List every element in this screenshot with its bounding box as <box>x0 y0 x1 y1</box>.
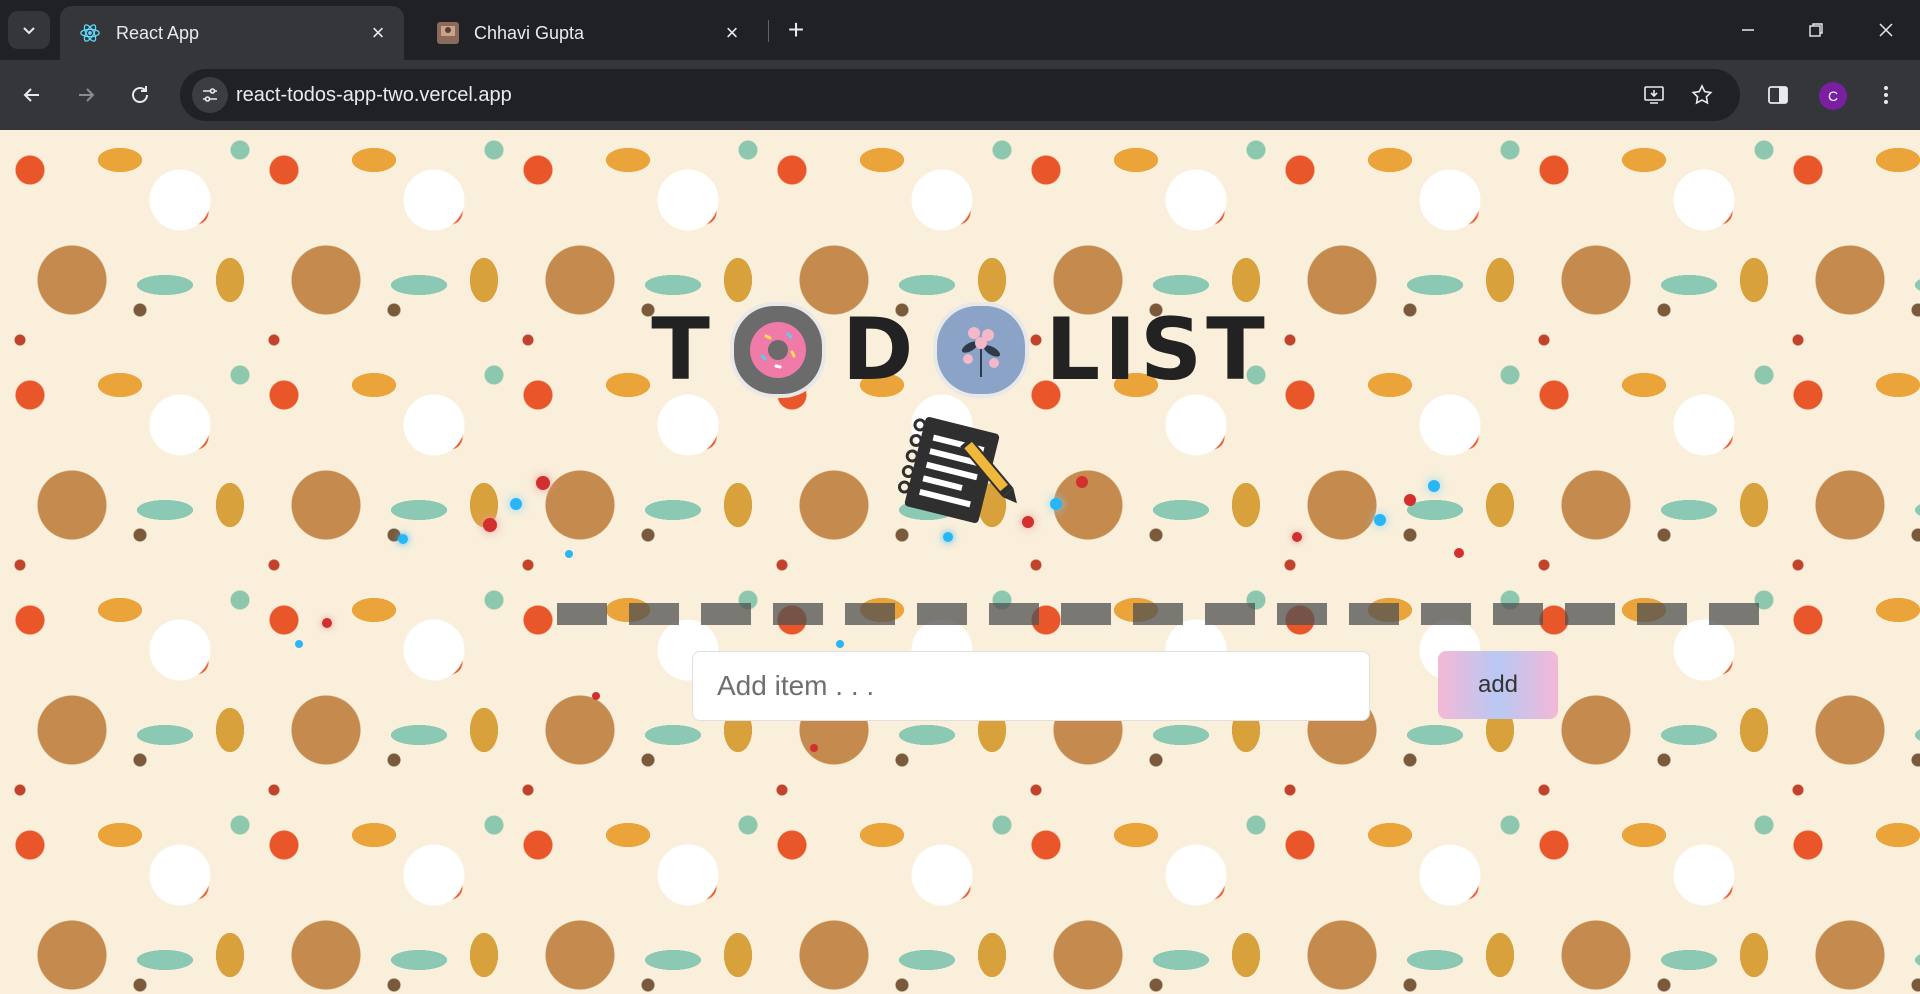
site-info-icon[interactable] <box>192 77 228 113</box>
add-item-input[interactable] <box>692 651 1370 721</box>
close-tab-icon[interactable]: × <box>720 20 744 45</box>
install-app-icon[interactable] <box>1636 77 1672 113</box>
tab-title: React App <box>116 22 200 43</box>
heading-letter-t: T <box>651 300 714 400</box>
sparkle-dot <box>810 744 818 752</box>
sparkle-dot <box>398 534 408 544</box>
tab-separator <box>768 20 769 42</box>
sparkle-dot <box>322 618 332 628</box>
restore-icon <box>1809 23 1823 37</box>
back-button[interactable] <box>12 75 52 115</box>
close-tab-icon[interactable]: × <box>366 20 390 45</box>
donut-icon <box>729 302 826 398</box>
more-vertical-icon <box>1884 86 1888 104</box>
tab-title: Chhavi Gupta <box>474 22 585 43</box>
flower-icon <box>933 302 1030 398</box>
page-viewport: T D LIST add <box>0 130 1920 994</box>
arrow-right-icon <box>79 88 95 102</box>
sparkle-dot <box>1050 498 1062 510</box>
heading-letter-d: D <box>841 300 918 400</box>
close-icon <box>1879 23 1893 37</box>
sparkle-dot <box>536 476 550 490</box>
forward-button[interactable] <box>66 75 106 115</box>
arrow-left-icon <box>23 88 39 102</box>
sparkle-dot <box>1454 548 1464 558</box>
sparkle-dot <box>565 550 573 558</box>
address-bar[interactable]: react-todos-app-two.vercel.app <box>180 69 1740 121</box>
notepad-pencil-icon <box>897 417 1017 524</box>
sparkle-dot <box>836 640 844 648</box>
tab-strip: React App × Chhavi Gupta × + <box>0 0 1920 60</box>
new-tab-button[interactable]: + <box>780 14 812 46</box>
tab-search-button[interactable] <box>8 11 50 49</box>
tab-react-app[interactable]: React App × <box>60 6 404 60</box>
minimize-button[interactable] <box>1714 0 1782 60</box>
sparkle-dot <box>510 498 522 510</box>
sparkle-dot <box>943 532 953 542</box>
sparkle-dot <box>1428 480 1440 492</box>
url-text[interactable]: react-todos-app-two.vercel.app <box>236 69 512 121</box>
sparkle-dot <box>592 692 600 700</box>
dashed-divider <box>557 603 1767 625</box>
site-thumbnail-icon <box>436 21 460 45</box>
profile-avatar[interactable]: C <box>1819 82 1847 110</box>
sparkle-dot <box>483 518 497 532</box>
close-window-button[interactable] <box>1852 0 1920 60</box>
browser-toolbar: react-todos-app-two.vercel.app C <box>0 60 1920 130</box>
sparkle-dot <box>1404 494 1416 506</box>
reload-button[interactable] <box>120 75 160 115</box>
react-icon <box>78 21 102 45</box>
restore-button[interactable] <box>1782 0 1850 60</box>
sparkle-dot <box>295 640 303 648</box>
minimize-icon <box>1742 29 1754 31</box>
heading-word-list: LIST <box>1045 300 1269 400</box>
side-panel-button[interactable] <box>1758 75 1798 115</box>
tab-chhavi-gupta[interactable]: Chhavi Gupta × <box>418 6 758 60</box>
menu-button[interactable] <box>1866 75 1906 115</box>
reload-icon <box>132 86 148 103</box>
app-heading: T D LIST <box>0 300 1920 400</box>
side-panel-icon <box>1768 86 1788 104</box>
sparkle-dot <box>1076 476 1088 488</box>
sparkle-dot <box>1374 514 1386 526</box>
sparkle-dot <box>1022 516 1034 528</box>
bookmark-star-icon[interactable] <box>1684 77 1720 113</box>
sparkle-dot <box>1292 532 1302 542</box>
chevron-down-icon <box>23 27 35 35</box>
add-button[interactable]: add <box>1438 651 1558 719</box>
